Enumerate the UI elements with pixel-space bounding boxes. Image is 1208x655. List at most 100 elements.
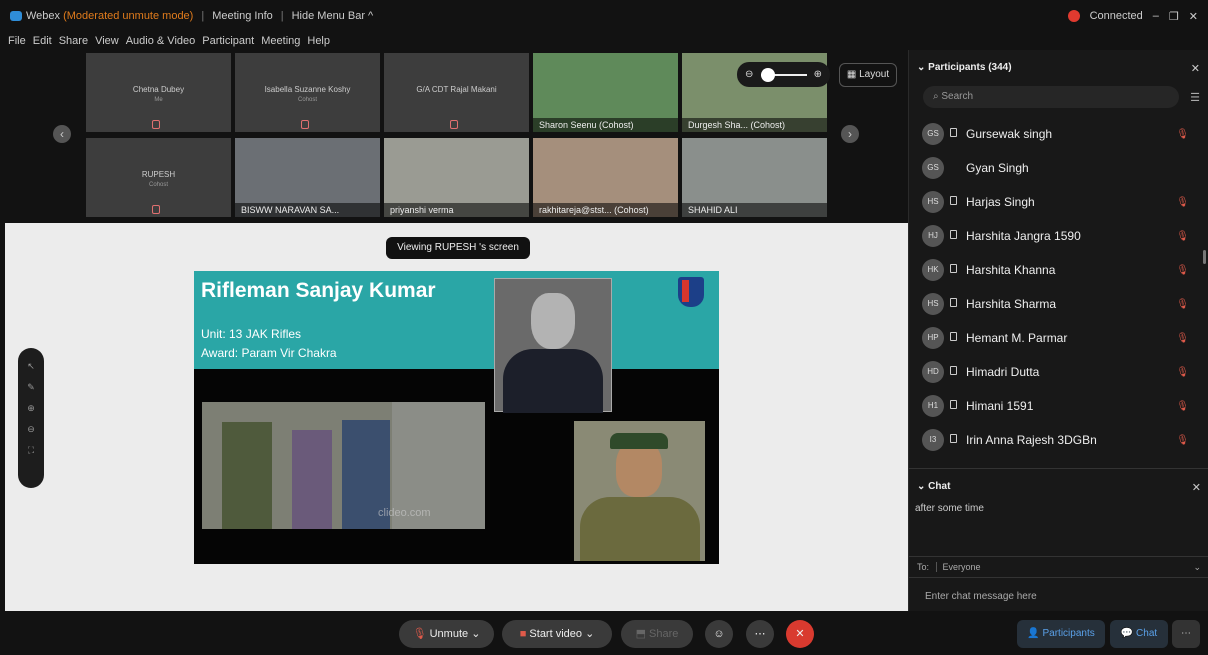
device-icon	[950, 230, 957, 239]
reactions-button[interactable]: ☺	[705, 620, 733, 648]
participants-header[interactable]: ⌄ Participants (344)	[917, 62, 1012, 73]
slide-unit: Unit: 13 JAK Rifles	[201, 327, 302, 341]
connection-status[interactable]: Connected	[1090, 10, 1143, 22]
next-page-button[interactable]: ›	[841, 125, 859, 143]
participant-row[interactable]: H1 Himani 1591 🎙	[909, 389, 1201, 423]
zoom-slider-knob[interactable]	[760, 67, 775, 82]
participant-name: Chetna Dubey	[132, 85, 185, 94]
panel-more-button[interactable]: ⋯	[1172, 620, 1200, 648]
participant-search-input[interactable]: ⌕ Search	[923, 86, 1179, 108]
chat-icon: 💬	[1120, 628, 1134, 639]
layout-icon: ▦	[846, 69, 857, 80]
menu-meeting[interactable]: Meeting	[261, 35, 300, 47]
participants-panel-button[interactable]: 👤 Participants	[1017, 620, 1105, 648]
participant-row[interactable]: I3 Irin Anna Rajesh 3DGBn 🎙	[909, 423, 1201, 457]
previous-page-button[interactable]: ‹	[53, 125, 71, 143]
connection-status-icon	[1067, 10, 1080, 22]
video-tile[interactable]: Chetna Dubey Me	[86, 53, 231, 132]
chat-recipient-select[interactable]: To: Everyone ⌄	[909, 556, 1208, 578]
webex-logo-icon	[10, 11, 22, 21]
muted-mic-icon: 🎙	[1176, 197, 1189, 208]
share-button[interactable]: ⬒ Share	[621, 620, 693, 648]
layout-button[interactable]: ▦ Layout	[839, 63, 897, 87]
avatar: GS	[922, 157, 944, 179]
restore-button[interactable]: ❐	[1169, 10, 1179, 23]
hide-menu-bar-button[interactable]: Hide Menu Bar ^	[292, 10, 374, 22]
meeting-info-button[interactable]: Meeting Info	[212, 10, 273, 22]
video-tile[interactable]: Isabella Suzanne Koshy Cohost	[235, 53, 380, 132]
video-tile[interactable]: BISWW NARAVAN SA...	[235, 138, 380, 217]
video-tile[interactable]: rakhitareja@stst... (Cohost)	[533, 138, 678, 217]
sort-icon[interactable]: ☰	[1190, 91, 1200, 104]
menu-audio-video[interactable]: Audio & Video	[126, 35, 196, 47]
zoom-in-icon[interactable]: ⊕	[814, 69, 822, 80]
device-icon	[950, 400, 957, 409]
zoom-out-icon[interactable]: ⊖	[745, 69, 753, 80]
close-chat-button[interactable]: ✕	[1192, 481, 1201, 494]
close-participants-button[interactable]: ✕	[1191, 62, 1200, 75]
participant-list-scrollbar[interactable]	[1203, 250, 1206, 264]
muted-mic-icon	[301, 120, 309, 129]
chat-message: after some time	[915, 503, 984, 514]
participant-row[interactable]: HK Harshita Khanna 🎙	[909, 253, 1201, 287]
muted-mic-icon: 🎙	[1176, 401, 1189, 412]
minimize-button[interactable]: –	[1153, 10, 1159, 22]
muted-mic-icon: 🎙	[412, 628, 427, 640]
menu-view[interactable]: View	[95, 35, 119, 47]
chevron-down-icon: ⌄	[585, 628, 595, 640]
participant-row[interactable]: HD Himadri Dutta 🎙	[909, 355, 1201, 389]
menu-participant[interactable]: Participant	[202, 35, 254, 47]
participant-label: SHAHID ALI	[682, 203, 827, 217]
menu-bar: File Edit Share View Audio & Video Parti…	[0, 32, 1208, 50]
participant-row[interactable]: HJ Harshita Jangra 1590 🎙	[909, 219, 1201, 253]
zoom-control[interactable]: ⊖ ⊕	[737, 62, 830, 87]
chevron-down-icon: ⌄	[917, 62, 926, 73]
participant-row[interactable]: GS Gursewak singh 🎙	[909, 117, 1201, 151]
video-tile[interactable]: RUPESH Cohost	[86, 138, 231, 217]
video-tile[interactable]: SHAHID ALI	[682, 138, 827, 217]
start-video-button[interactable]: ■ Start video ⌄	[502, 620, 612, 648]
participant-name: Gursewak singh	[966, 127, 1053, 141]
chat-header[interactable]: ⌄ Chat	[917, 481, 950, 492]
avatar: HK	[922, 259, 944, 281]
device-icon	[950, 366, 957, 375]
participant-role: Cohost	[297, 97, 317, 103]
participant-name: Irin Anna Rajesh 3DGBn	[966, 433, 1097, 447]
menu-share[interactable]: Share	[59, 35, 88, 47]
participant-name: Harjas Singh	[966, 195, 1035, 209]
participant-list: GS Gursewak singh 🎙 GS Gyan Singh HS Har…	[909, 117, 1201, 462]
pointer-icon[interactable]: ↖	[18, 356, 44, 377]
close-window-button[interactable]: ✕	[1189, 10, 1198, 23]
video-tile[interactable]: G/A CDT Rajal Makani	[384, 53, 529, 132]
participant-row[interactable]: HS Harshita Sharma 🎙	[909, 287, 1201, 321]
device-icon	[950, 196, 957, 205]
shared-slide: Rifleman Sanjay Kumar Unit: 13 JAK Rifle…	[194, 271, 719, 564]
pen-icon[interactable]: ✎	[18, 377, 44, 398]
participant-row[interactable]: HP Hemant M. Parmar 🎙	[909, 321, 1201, 355]
menu-help[interactable]: Help	[307, 35, 330, 47]
leave-meeting-button[interactable]: ✕	[786, 620, 814, 648]
participant-name: G/A CDT Rajal Makani	[416, 85, 497, 94]
participant-row[interactable]: GS Gyan Singh	[909, 151, 1201, 185]
menu-file[interactable]: File	[8, 35, 26, 47]
fit-screen-icon[interactable]: ⛶	[18, 440, 44, 461]
zoom-in-tool-icon[interactable]: ⊕	[18, 398, 44, 419]
participant-row[interactable]: HS Harjas Singh 🎙	[909, 185, 1201, 219]
muted-mic-icon: 🎙	[1176, 333, 1189, 344]
more-options-button[interactable]: ⋯	[746, 620, 774, 648]
chat-input[interactable]: Enter chat message here	[925, 591, 1037, 602]
participant-name: Harshita Khanna	[966, 263, 1056, 277]
moderated-mode-label: (Moderated unmute mode)	[63, 10, 194, 22]
chat-panel-button[interactable]: 💬 Chat	[1110, 620, 1168, 648]
muted-mic-icon	[450, 120, 458, 129]
watermark: clideo.com	[378, 507, 431, 519]
participant-name: Isabella Suzanne Koshy	[264, 85, 351, 94]
video-tile[interactable]: priyanshi verma	[384, 138, 529, 217]
participant-role: Cohost	[148, 182, 168, 188]
unmute-button[interactable]: 🎙 Unmute ⌄	[399, 620, 494, 648]
avatar: H1	[922, 395, 944, 417]
video-tile[interactable]: Sharon Seenu (Cohost)	[533, 53, 678, 132]
menu-edit[interactable]: Edit	[33, 35, 52, 47]
zoom-slider[interactable]	[760, 67, 807, 82]
zoom-out-tool-icon[interactable]: ⊖	[18, 419, 44, 440]
